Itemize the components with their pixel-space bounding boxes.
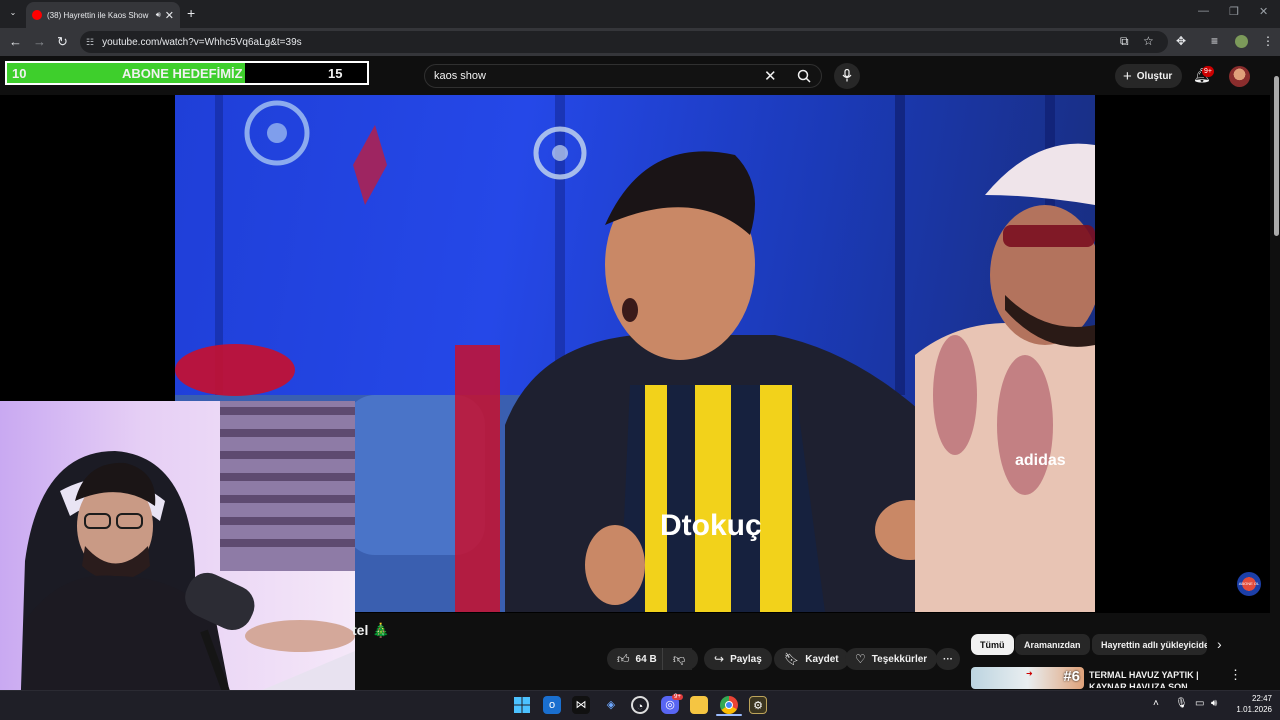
thumbnail-episode-badge: #6 <box>1063 668 1080 685</box>
account-avatar[interactable] <box>1229 66 1250 87</box>
chrome-active-indicator <box>716 714 742 716</box>
chip-from-uploader[interactable]: Hayrettin adlı yükleyiciden <box>1092 634 1207 655</box>
tray-network-icon[interactable]: ▭ <box>1195 698 1204 709</box>
youtube-favicon-icon <box>32 10 42 20</box>
discord-badge: 9+ <box>672 694 683 700</box>
thanks-label: Teşekkürler <box>871 653 928 665</box>
thumbs-down-icon: 👎︎ <box>673 651 686 666</box>
recommendation-thumbnail[interactable]: ➜ #6 <box>971 667 1084 689</box>
create-button-label: Oluştur <box>1136 70 1173 82</box>
capcut-icon[interactable]: ⋈ <box>572 696 590 714</box>
clock-date: 1.01.2026 <box>1236 705 1272 714</box>
search-button[interactable] <box>786 64 822 88</box>
chrome-icon[interactable] <box>720 696 738 714</box>
browser-tab-active[interactable]: (38) Hayrettin ile Kaos Show 🔊︎ ✕ <box>26 2 180 28</box>
tray-microphone-icon[interactable]: 🎙︎ <box>1175 698 1188 709</box>
subscriber-goal-label: ABONE HEDEFİMİZ <box>122 65 243 81</box>
chip-all[interactable]: Tümü <box>971 634 1014 655</box>
media-controls-icon[interactable]: ≡ <box>1211 34 1218 48</box>
clear-search-icon[interactable]: ✕ <box>764 67 777 85</box>
chrome-menu-icon[interactable]: ⋮ <box>1262 34 1274 48</box>
thumbs-up-icon: 👍︎ <box>617 651 630 666</box>
notification-count-badge: 9+ <box>1202 66 1214 77</box>
video-title: tel 🎄 <box>352 622 390 638</box>
like-count: 64 B <box>635 653 657 665</box>
subscriber-goal-target: 15 <box>328 65 343 81</box>
dislike-button[interactable]: 👎︎ <box>662 648 698 670</box>
search-icon <box>797 69 811 83</box>
site-info-icon[interactable]: ☷ <box>86 37 94 48</box>
tray-chevron-icon[interactable]: ˄ <box>1153 698 1159 709</box>
close-tab-icon[interactable]: ✕ <box>165 9 174 22</box>
page-scrollbar[interactable] <box>1272 62 1280 242</box>
cast-icon[interactable]: ⧉ <box>1120 34 1129 49</box>
clock-time: 22:47 <box>1251 694 1272 703</box>
save-label: Kaydet <box>805 653 839 665</box>
share-button[interactable]: ↪ Paylaş <box>704 648 772 670</box>
tab-title: (38) Hayrettin ile Kaos Show <box>47 10 149 20</box>
subscriber-goal-current: 10 <box>12 65 27 81</box>
recommendation-title[interactable]: TERMAL HAVUZ YAPTIK | KAYNAR HAVUZA SON … <box>1089 669 1217 688</box>
bookmark-star-icon[interactable]: ☆ <box>1143 34 1154 48</box>
taskbar-clock[interactable]: 22:47 1.01.2026 <box>1230 693 1272 715</box>
windows-start-icon[interactable] <box>513 696 531 714</box>
more-horizontal-icon: ··· <box>943 653 953 665</box>
red-arrow-icon: ➜ <box>1026 669 1033 678</box>
reload-icon[interactable]: ↻ <box>57 34 68 50</box>
maximize-icon[interactable]: ❐ <box>1229 5 1239 18</box>
outlook-icon[interactable]: o <box>543 696 561 714</box>
bookmark-icon: 🔖︎ <box>784 652 800 666</box>
back-icon[interactable]: ← <box>9 34 22 49</box>
microphone-icon <box>842 68 852 82</box>
profile-avatar[interactable] <box>1235 35 1248 48</box>
subscriber-goal-bar: 10 ABONE HEDEFİMİZ 15 <box>5 61 369 85</box>
more-vertical-icon[interactable]: ⋮ <box>1229 667 1242 683</box>
tab-search-icon[interactable]: ⌄ <box>6 6 20 20</box>
tray-volume-icon[interactable]: 🔊︎ <box>1211 698 1217 709</box>
app-icon[interactable]: ⚙ <box>749 696 767 714</box>
obs-icon[interactable]: ◔ <box>631 696 649 714</box>
share-label: Paylaş <box>730 653 762 665</box>
voice-search-button[interactable] <box>834 63 860 89</box>
more-actions-button[interactable]: ··· <box>936 648 960 670</box>
create-button[interactable]: + Oluştur <box>1115 64 1182 88</box>
search-input[interactable]: kaos show <box>424 64 822 88</box>
save-button[interactable]: 🔖︎ Kaydet <box>774 648 849 670</box>
speaker-icon[interactable]: 🔊︎ <box>156 10 161 20</box>
vpn-icon[interactable]: ◈ <box>602 696 620 714</box>
address-bar[interactable]: ☷ youtube.com/watch?v=Whhc5Vq6aLg&t=39s <box>80 31 1168 53</box>
file-explorer-icon[interactable] <box>690 696 708 714</box>
extensions-icon[interactable]: ✥ <box>1176 34 1186 48</box>
thanks-button[interactable]: ♡ Teşekkürler <box>845 648 938 670</box>
plus-icon: + <box>1123 67 1132 85</box>
webcam-scene <box>20 401 355 720</box>
forward-icon[interactable]: → <box>33 34 46 49</box>
window-close-icon[interactable]: ✕ <box>1259 5 1268 18</box>
share-icon: ↪ <box>714 652 725 666</box>
chevron-right-icon[interactable]: › <box>1217 636 1222 652</box>
chip-from-search[interactable]: Aramanızdan <box>1015 634 1090 655</box>
streamer-webcam <box>0 401 355 720</box>
search-input-value: kaos show <box>434 70 486 82</box>
minimize-icon[interactable]: — <box>1198 5 1209 17</box>
jersey-sponsor-text: Dtokuç <box>660 509 762 542</box>
new-tab-icon[interactable]: + <box>187 5 195 21</box>
channel-watermark-logo[interactable]: ABONE OL <box>1237 572 1261 596</box>
url-text: youtube.com/watch?v=Whhc5Vq6aLg&t=39s <box>102 36 302 48</box>
scrollbar-thumb[interactable] <box>1274 76 1279 236</box>
cap-brand-text: adidas <box>1015 452 1066 469</box>
heart-dollar-icon: ♡ <box>855 652 866 666</box>
